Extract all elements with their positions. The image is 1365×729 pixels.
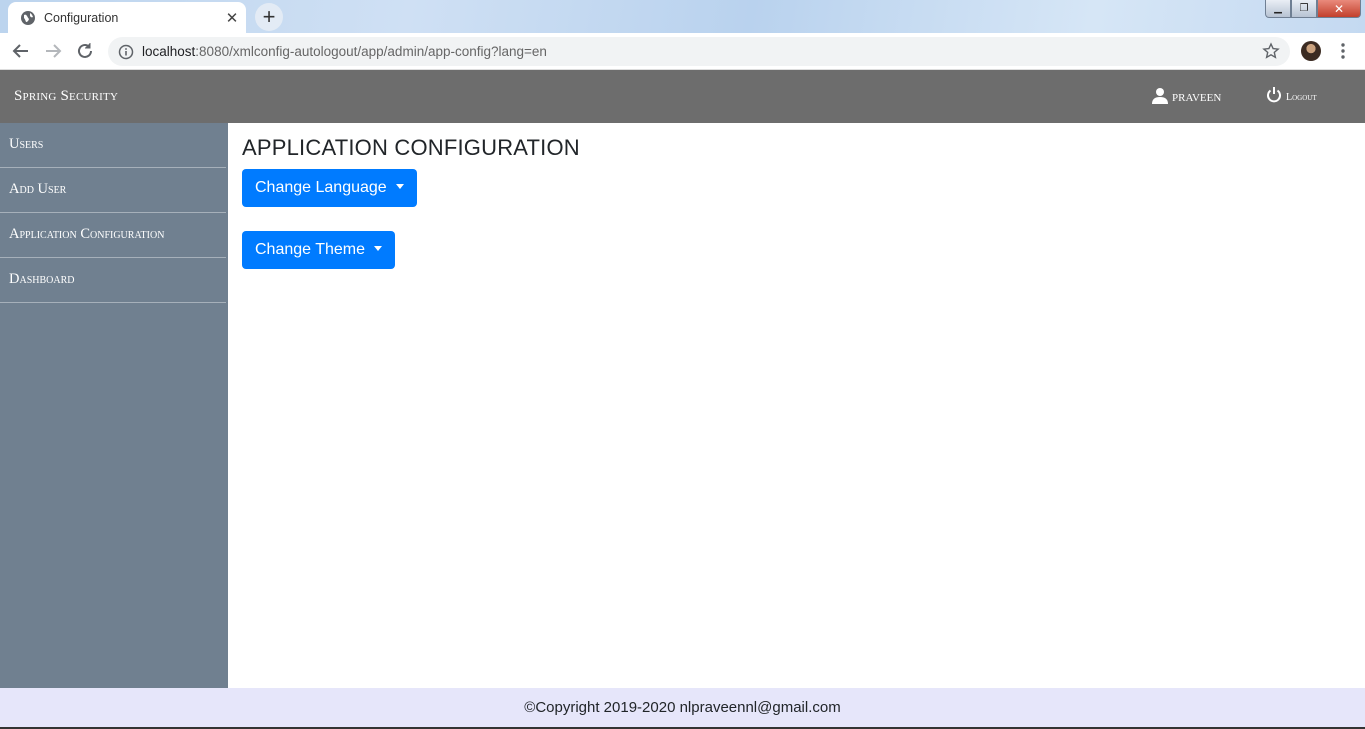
logout-label: Logout — [1286, 92, 1317, 103]
browser-tabstrip: Configuration ✕ + ▁ ❐ ✕ — [0, 0, 1365, 33]
caret-down-icon — [395, 184, 404, 189]
sidebar-item-add-user[interactable]: Add User — [0, 168, 226, 213]
logout-link[interactable]: Logout — [1266, 86, 1317, 103]
new-tab-button[interactable]: + — [255, 3, 283, 31]
sidebar-item-application-configuration[interactable]: Application Configuration — [0, 213, 226, 258]
user-profile-link[interactable]: PRAVEEN — [1152, 87, 1221, 104]
tab-title: Configuration — [44, 10, 119, 25]
change-theme-label: Change Theme — [255, 241, 365, 258]
tab-close-icon[interactable]: ✕ — [218, 9, 246, 27]
sidebar-item-dashboard[interactable]: Dashboard — [0, 258, 226, 303]
plus-icon: + — [262, 4, 276, 29]
main-content: APPLICATION CONFIGURATION Change Languag… — [228, 123, 1365, 688]
user-icon — [1152, 88, 1168, 104]
info-icon — [118, 44, 134, 59]
sidebar-item-users[interactable]: Users — [0, 123, 226, 168]
change-theme-button[interactable]: Change Theme — [242, 231, 395, 269]
page-title: APPLICATION CONFIGURATION — [242, 135, 580, 160]
back-arrow-icon[interactable] — [10, 40, 32, 62]
globe-icon — [21, 10, 35, 25]
url-text: localhost:8080/xmlconfig-autologout/app/… — [142, 44, 547, 59]
profile-avatar[interactable] — [1301, 41, 1321, 61]
address-bar[interactable]: localhost:8080/xmlconfig-autologout/app/… — [108, 37, 1290, 66]
app-header: Spring Security PRAVEEN Logout — [0, 70, 1365, 123]
sidebar: Users Add User Application Configuration… — [0, 123, 228, 688]
caret-down-icon — [374, 246, 382, 251]
reload-icon[interactable] — [74, 40, 96, 62]
power-icon — [1267, 87, 1281, 103]
user-name: PRAVEEN — [1172, 91, 1222, 104]
bookmark-star-icon[interactable] — [1262, 42, 1280, 60]
minimize-button[interactable]: ▁ — [1265, 0, 1291, 18]
window-close-button[interactable]: ✕ — [1317, 0, 1361, 18]
forward-arrow-icon[interactable] — [42, 40, 64, 62]
change-language-button[interactable]: Change Language — [242, 169, 417, 207]
browser-toolbar: localhost:8080/xmlconfig-autologout/app/… — [0, 33, 1365, 70]
change-language-label: Change Language — [255, 179, 387, 196]
brand-link[interactable]: Spring Security — [14, 88, 118, 105]
copyright-text: ©Copyright 2019-2020 nlpraveennl@gmail.c… — [524, 699, 841, 716]
footer: ©Copyright 2019-2020 nlpraveennl@gmail.c… — [0, 688, 1365, 729]
kebab-menu-icon[interactable] — [1336, 42, 1350, 60]
browser-tab[interactable]: Configuration ✕ — [8, 2, 246, 33]
maximize-button[interactable]: ❐ — [1291, 0, 1317, 18]
window-controls: ▁ ❐ ✕ — [1265, 0, 1361, 18]
